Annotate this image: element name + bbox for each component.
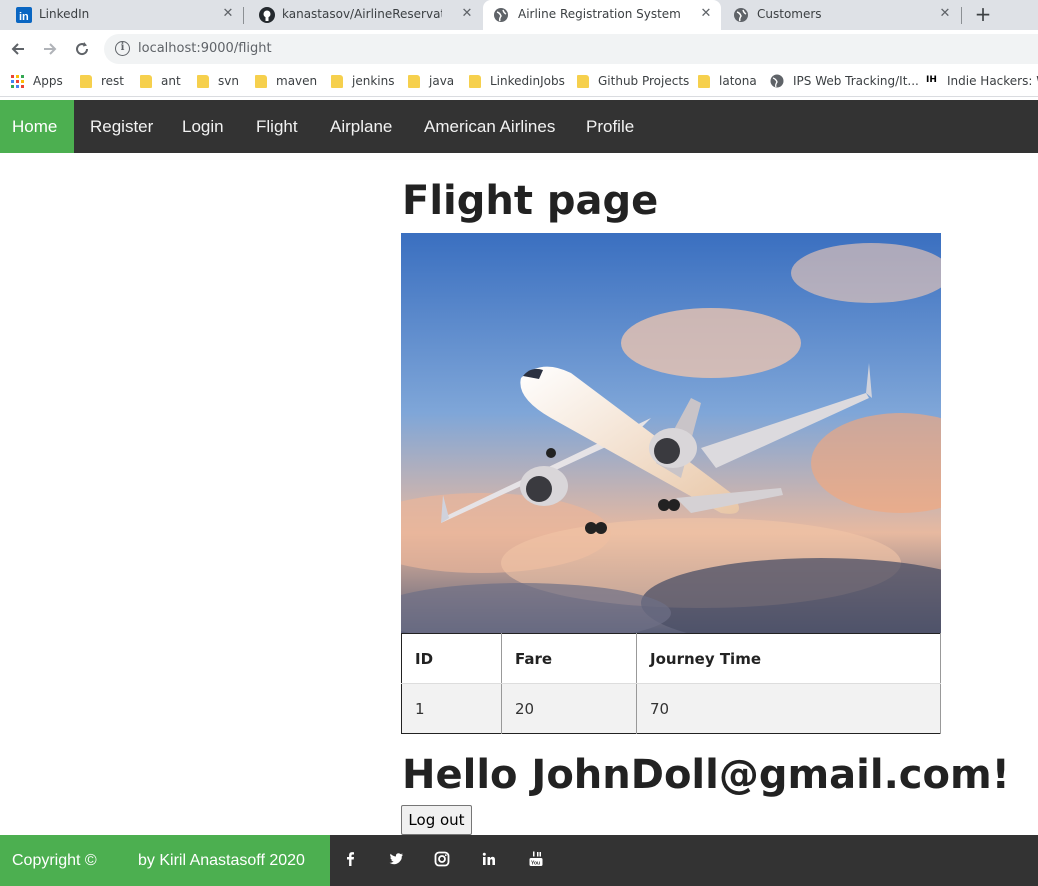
nav-register[interactable]: Register: [74, 100, 169, 153]
svg-text:in: in: [19, 11, 29, 23]
cell-fare: 20: [501, 683, 637, 734]
author-text: by Kiril Anastasoff 2020: [138, 852, 305, 869]
bookmark-label: java: [429, 74, 455, 88]
cell-id: 1: [401, 683, 502, 734]
folder-icon: [331, 75, 343, 88]
nav-login[interactable]: Login: [166, 100, 240, 153]
folder-icon: [255, 75, 267, 88]
cell-journey-time: 70: [636, 683, 941, 734]
indie-hackers-icon: IH: [926, 75, 937, 85]
tab-github[interactable]: kanastasov/AirlineReservationSys ✕: [243, 0, 483, 30]
nav-airplane[interactable]: Airplane: [314, 100, 408, 153]
folder-icon: [140, 75, 152, 88]
bookmark-label: rest: [101, 74, 125, 88]
close-icon[interactable]: ✕: [459, 6, 475, 22]
github-icon: [259, 7, 275, 23]
close-icon[interactable]: ✕: [937, 6, 953, 22]
copyright-text: Copyright ©: [12, 852, 97, 869]
url-text: localhost:9000/flight: [138, 41, 272, 56]
bookmark-label: svn: [218, 74, 239, 88]
folder-icon: [577, 75, 589, 88]
svg-text:You: You: [531, 861, 540, 867]
linkedin-icon[interactable]: [479, 849, 499, 869]
site-navbar: Home Register Login Flight Airplane Amer…: [0, 100, 1038, 153]
apps-grid-icon: [11, 75, 24, 88]
bookmark-label: ant: [161, 74, 181, 88]
globe-icon: [493, 7, 509, 23]
folder-icon: [469, 75, 481, 88]
close-icon[interactable]: ✕: [220, 6, 236, 22]
back-arrow-icon[interactable]: [8, 39, 28, 59]
footer-copyright: Copyright © by Kiril Anastasoff 2020: [0, 835, 330, 886]
bookmark-label: Indie Hackers: Wo: [947, 74, 1038, 88]
tab-label: LinkedIn: [39, 7, 90, 21]
instagram-icon[interactable]: [432, 849, 452, 869]
folder-icon: [80, 75, 92, 88]
flight-table: ID Fare Journey Time 1 20 70: [401, 633, 941, 734]
page-title: Flight page: [402, 178, 659, 224]
nav-american-airlines[interactable]: American Airlines: [408, 100, 571, 153]
bookmark-label: LinkedinJobs: [490, 74, 565, 88]
folder-icon: [408, 75, 420, 88]
folder-icon: [197, 75, 209, 88]
address-bar[interactable]: i localhost:9000/flight: [104, 34, 1038, 64]
browser-toolbar: i localhost:9000/flight: [0, 30, 1038, 68]
close-icon[interactable]: ✕: [698, 6, 714, 22]
nav-home[interactable]: Home: [0, 100, 74, 153]
twitter-icon[interactable]: [386, 849, 406, 869]
nav-profile[interactable]: Profile: [570, 100, 650, 153]
tab-label: Customers: [757, 7, 822, 21]
column-header-fare: Fare: [501, 633, 637, 684]
greeting-heading: Hello JohnDoll@gmail.com!: [402, 752, 1010, 798]
youtube-icon[interactable]: You: [526, 849, 546, 869]
tab-label: kanastasov/AirlineReservationSys: [282, 7, 442, 21]
column-header-id: ID: [401, 633, 502, 684]
facebook-icon[interactable]: [340, 849, 360, 869]
bookmark-label: Apps: [33, 74, 63, 88]
tab-airline-registration[interactable]: Airline Registration System ✕: [483, 0, 721, 30]
info-icon[interactable]: i: [115, 41, 130, 56]
bookmark-label: maven: [276, 74, 318, 88]
nav-flight[interactable]: Flight: [240, 100, 314, 153]
table-header-row: ID Fare Journey Time: [401, 633, 941, 684]
footer: Copyright © by Kiril Anastasoff 2020 You: [0, 835, 1038, 886]
tab-label: Airline Registration System: [518, 7, 681, 21]
new-tab-icon[interactable]: +: [973, 4, 993, 24]
bookmark-label: jenkins: [352, 74, 395, 88]
airplane-image: [401, 233, 941, 633]
folder-icon: [698, 75, 710, 88]
reload-icon[interactable]: [72, 39, 92, 59]
globe-icon: [770, 74, 784, 91]
tab-customers[interactable]: Customers ✕: [721, 0, 961, 30]
column-header-journey-time: Journey Time: [636, 633, 941, 684]
tab-divider: [961, 7, 962, 24]
bookmark-label: IPS Web Tracking/It...: [793, 74, 919, 88]
logout-button[interactable]: Log out: [401, 805, 472, 835]
tab-linkedin[interactable]: in LinkedIn ✕: [0, 0, 243, 30]
bookmark-label: latona: [719, 74, 757, 88]
browser-tab-strip: in LinkedIn ✕ kanastasov/AirlineReservat…: [0, 0, 1038, 30]
table-row: 1 20 70: [401, 683, 941, 734]
forward-arrow-icon[interactable]: [40, 39, 60, 59]
bookmark-label: Github Projects: [598, 74, 690, 88]
globe-icon: [733, 7, 749, 23]
bookmarks-bar: Apps rest ant svn maven jenkins java Lin…: [0, 68, 1038, 97]
linkedin-icon: in: [16, 7, 32, 23]
